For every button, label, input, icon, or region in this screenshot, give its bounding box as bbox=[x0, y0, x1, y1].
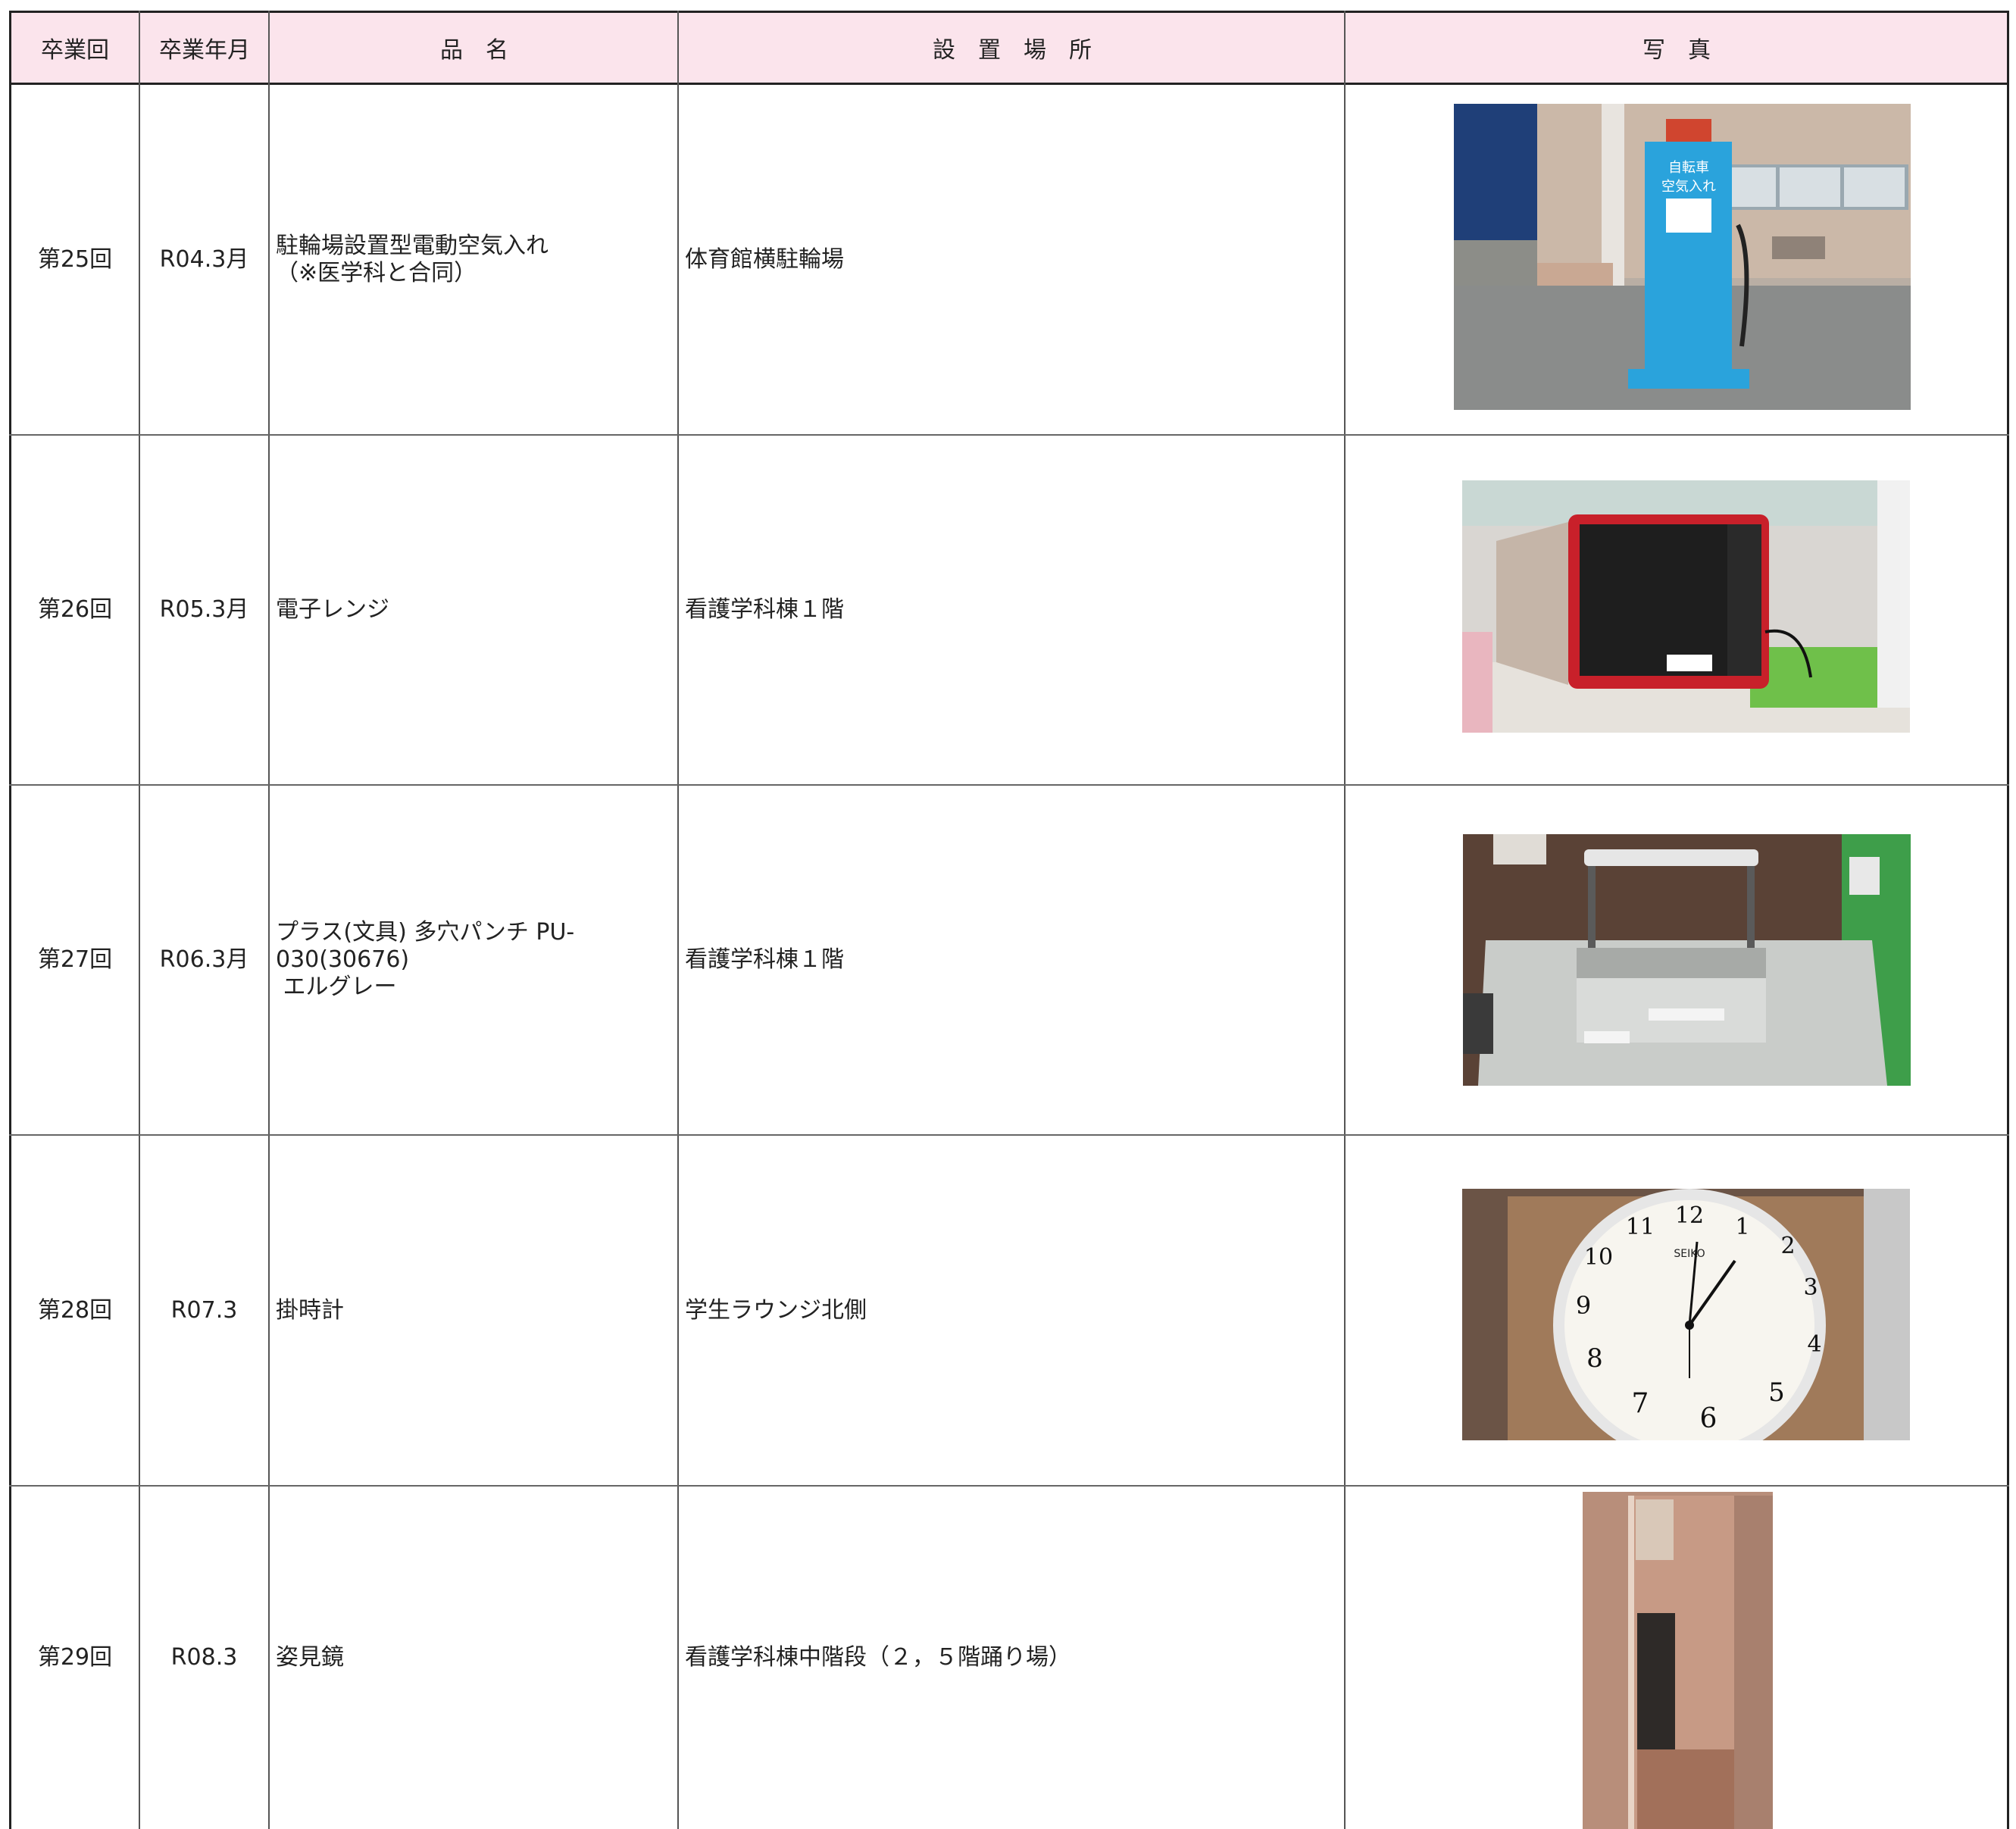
clock-numeral: 10 bbox=[1584, 1244, 1613, 1271]
photo-full-length-mirror bbox=[1583, 1492, 1773, 1829]
item-line: 030(30676) bbox=[276, 946, 410, 973]
table-row-place: 看護学科棟１階 bbox=[685, 946, 844, 973]
photo-microwave bbox=[1462, 480, 1910, 733]
table-row-place: 学生ラウンジ北側 bbox=[685, 1296, 867, 1324]
photo-air-pump: 自転車 空気入れ bbox=[1454, 104, 1911, 410]
pump-sign-line: 自転車 bbox=[1668, 160, 1709, 176]
header-item-name: 品 名 bbox=[440, 37, 508, 64]
pump-sign-line: 空気入れ bbox=[1661, 179, 1716, 195]
item-line: 電子レンジ bbox=[276, 596, 389, 623]
header-graduation-number: 卒業回 bbox=[41, 37, 109, 64]
clock-numeral: 9 bbox=[1576, 1291, 1591, 1320]
item-line: 掛時計 bbox=[276, 1296, 344, 1324]
table-row-place: 体育館横駐輪場 bbox=[685, 245, 844, 273]
clock-numeral: 7 bbox=[1632, 1388, 1649, 1419]
clock-numeral: 6 bbox=[1700, 1403, 1718, 1434]
clock-numeral: 4 bbox=[1807, 1331, 1821, 1358]
table-row-date: R07.3 bbox=[170, 1296, 238, 1324]
table-row-date: R06.3月 bbox=[159, 946, 249, 973]
photo-hole-punch bbox=[1463, 834, 1911, 1086]
table-row-no: 第26回 bbox=[37, 596, 113, 623]
table-row-date: R05.3月 bbox=[159, 596, 249, 623]
table-row-place: 看護学科棟１階 bbox=[685, 596, 844, 623]
table-row-date: R08.3 bbox=[170, 1644, 238, 1671]
clock-numeral: 5 bbox=[1768, 1377, 1785, 1408]
table-row-no: 第25回 bbox=[37, 245, 113, 273]
table-row-item: 姿見鏡 bbox=[270, 1487, 677, 1829]
table-row-item: 掛時計 bbox=[270, 1136, 677, 1485]
table-row-place: 看護学科棟中階段（２，５階踊り場） bbox=[685, 1644, 1071, 1671]
header-location: 設 置 場 所 bbox=[933, 37, 1092, 64]
clock-numeral: 3 bbox=[1803, 1274, 1818, 1301]
grid-line bbox=[1344, 11, 1346, 1829]
clock-numeral: 12 bbox=[1675, 1202, 1704, 1229]
item-line: エルグレー bbox=[276, 974, 397, 1000]
table-row-date: R04.3月 bbox=[159, 245, 249, 273]
clock-numeral: 8 bbox=[1586, 1343, 1603, 1374]
clock-numeral: 1 bbox=[1735, 1214, 1749, 1240]
header-photo: 写 真 bbox=[1642, 37, 1711, 64]
item-line: （※医学科と合同） bbox=[276, 259, 477, 286]
item-line: プラス(文具) 多穴パンチ PU- bbox=[276, 919, 575, 946]
photo-wall-clock: 12 1 2 3 4 5 6 7 8 9 10 11 SEIKO bbox=[1462, 1189, 1910, 1440]
table-row-no: 第29回 bbox=[37, 1644, 113, 1671]
table-row-no: 第28回 bbox=[37, 1296, 113, 1324]
clock-numeral: 2 bbox=[1780, 1233, 1795, 1259]
donation-table: 卒業回 卒業年月 品 名 設 置 場 所 写 真 第25回 R04.3月 駐輪場… bbox=[0, 0, 2016, 1829]
clock-numeral: 11 bbox=[1626, 1214, 1655, 1240]
clock-brand: SEIKO bbox=[1674, 1248, 1705, 1260]
table-row-item: プラス(文具) 多穴パンチ PU- 030(30676) エルグレー bbox=[270, 786, 677, 1134]
table-row-item: 駐輪場設置型電動空気入れ （※医学科と合同） bbox=[270, 85, 677, 434]
header-graduation-date: 卒業年月 bbox=[159, 37, 250, 64]
table-row-item: 電子レンジ bbox=[270, 436, 677, 784]
item-line: 姿見鏡 bbox=[276, 1644, 344, 1671]
table-row-no: 第27回 bbox=[37, 946, 113, 973]
item-line: 駐輪場設置型電動空気入れ bbox=[276, 232, 549, 259]
